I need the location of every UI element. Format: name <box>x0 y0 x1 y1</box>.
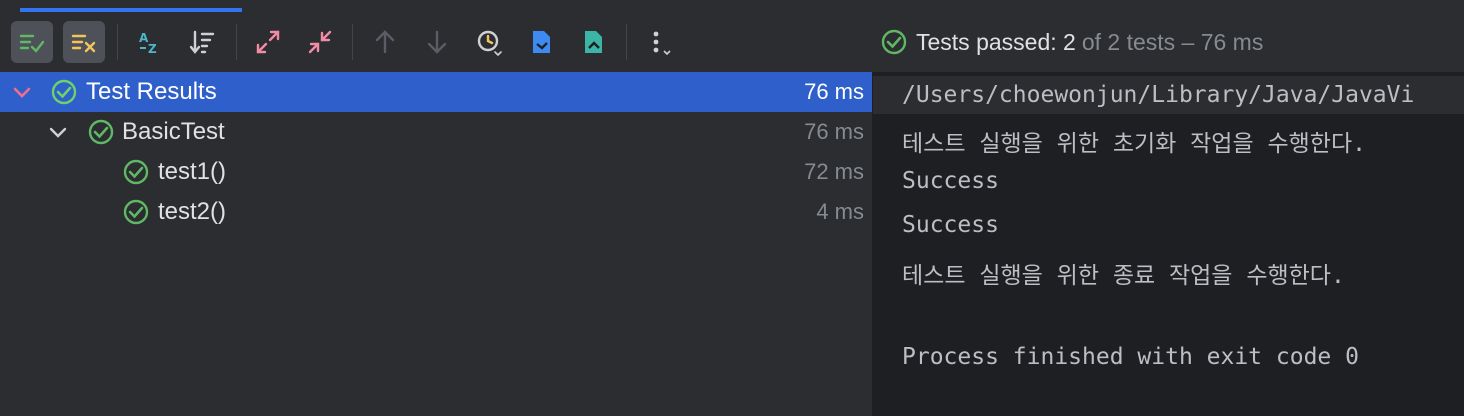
more-options-icon[interactable] <box>639 21 681 63</box>
duration-label: 72 ms <box>804 159 864 184</box>
duration-label: 76 ms <box>804 119 864 144</box>
passed-check-icon <box>881 29 907 55</box>
toolbar-separator <box>626 24 627 60</box>
test-history-icon[interactable] <box>468 21 510 63</box>
console-line: Success <box>902 168 999 194</box>
export-tests-icon[interactable] <box>572 21 614 63</box>
tests-total-label: of 2 tests – 76 ms <box>1081 28 1264 55</box>
passed-check-icon <box>123 199 149 225</box>
expand-all-icon[interactable] <box>247 21 289 63</box>
tree-row-test1[interactable]: test1() 72 ms <box>0 152 872 192</box>
svg-text:Z: Z <box>148 42 157 56</box>
sort-by-duration-icon[interactable] <box>181 21 223 63</box>
duration-label: 4 ms <box>816 199 864 224</box>
test-results-tree: Test Results 76 ms BasicTest 76 ms test1… <box>0 72 872 416</box>
chevron-down-icon[interactable] <box>47 121 69 143</box>
console-line: /Users/choewonjun/Library/Java/JavaVi <box>873 76 1464 114</box>
next-failed-icon[interactable] <box>416 21 458 63</box>
console-line: 테스트 실행을 위한 초기화 작업을 수행한다. <box>902 131 1366 157</box>
console-line: Process finished with exit code 0 <box>902 344 1359 370</box>
collapse-all-icon[interactable] <box>299 21 341 63</box>
passed-check-icon <box>123 159 149 185</box>
passed-check-icon <box>51 79 77 105</box>
console-line: Success <box>902 212 999 238</box>
toolbar-separator <box>117 24 118 60</box>
tab-strip <box>0 0 1464 12</box>
test-status-summary: Tests passed: 2 of 2 tests – 76 ms <box>880 12 1263 72</box>
show-ignored-icon[interactable] <box>63 21 105 63</box>
console-output[interactable]: /Users/choewonjun/Library/Java/JavaVi 테스… <box>872 72 1464 416</box>
chevron-down-icon[interactable] <box>11 81 33 103</box>
tree-item-label: test1() <box>158 158 227 185</box>
tree-row-basictest[interactable]: BasicTest 76 ms <box>0 112 872 152</box>
toolbar-separator <box>352 24 353 60</box>
tree-row-test2[interactable]: test2() 4 ms <box>0 192 872 232</box>
tree-row-test-results[interactable]: Test Results 76 ms <box>0 72 872 112</box>
tree-item-label: Test Results <box>86 78 217 105</box>
console-line: 테스트 실행을 위한 종료 작업을 수행한다. <box>902 263 1345 289</box>
toolbar-separator <box>236 24 237 60</box>
show-passed-icon[interactable] <box>11 21 53 63</box>
tests-passed-label: Tests passed: 2 <box>916 28 1076 55</box>
import-tests-icon[interactable] <box>520 21 562 63</box>
duration-label: 76 ms <box>804 79 864 104</box>
tree-item-label: BasicTest <box>122 118 225 145</box>
passed-check-icon <box>88 119 114 145</box>
tree-item-label: test2() <box>158 198 227 225</box>
sort-alphabetically-icon[interactable]: AZ <box>129 21 171 63</box>
previous-failed-icon[interactable] <box>364 21 406 63</box>
